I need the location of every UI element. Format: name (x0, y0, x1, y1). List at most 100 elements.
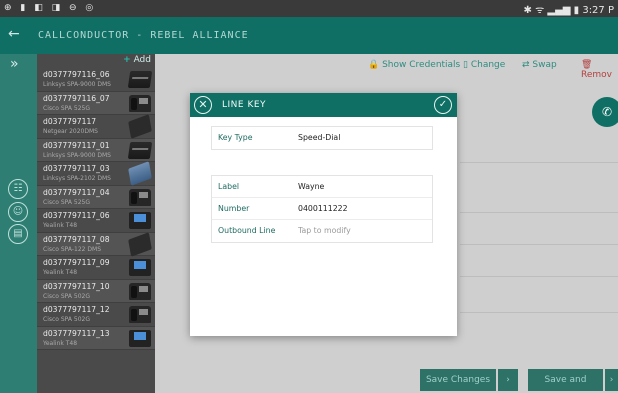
swap-icon: ⇄ (522, 60, 530, 70)
device-name: d0377797117 (43, 117, 97, 126)
save-changes-chevron[interactable]: › (498, 369, 518, 391)
device-model: Cisco SPA 502G (43, 316, 91, 323)
toolbar: 🔒 Show Credentials ▯ Change ⇄ Swap 🗑 Rem… (155, 54, 618, 80)
save-changes-button[interactable]: Save Changes (420, 369, 496, 391)
status-bar: ⊕ ▮ ◧ ◨ ⊖ ◎ ✱ ᯤ ▂▄▆ ▮ 3:27 P (0, 0, 618, 17)
device-name: d0377797117_09 (43, 258, 110, 267)
device-name: d0377797117_12 (43, 305, 110, 314)
device-list-item[interactable]: d0377797117_01 Linksys SPA-9000 DMS (37, 138, 155, 162)
system-status: ✱ ᯤ ▂▄▆ ▮ 3:27 P (523, 5, 614, 16)
app-bar: ← CALLCONDUCTOR - REBEL ALLIANCE (0, 17, 618, 54)
double-chevron-right-icon[interactable]: » (10, 56, 19, 72)
device-phone-icon (128, 231, 152, 257)
show-credentials-button[interactable]: 🔒 Show Credentials (368, 60, 460, 70)
device-phone-icon (129, 282, 151, 300)
outbound-line-row[interactable]: Outbound Line Tap to modify (212, 220, 432, 242)
plus-icon: + (123, 55, 131, 65)
divider (460, 162, 618, 163)
device-name: d0377797116_07 (43, 93, 110, 103)
device-name: d0377797117_04 (43, 187, 110, 197)
device-phone-icon (128, 161, 152, 186)
key-type-row[interactable]: Key Type Speed-Dial (212, 127, 432, 149)
save-and-restart-button[interactable]: Save and Restart (528, 369, 603, 391)
device-list-item[interactable]: d0377797117_03 Linksys SPA-2102 DMS (37, 161, 155, 186)
swap-button[interactable]: ⇄ Swap (522, 60, 557, 70)
device-phone-icon (127, 141, 153, 159)
device-name: d0377797116_06 (43, 70, 110, 79)
number-label: Number (218, 204, 250, 213)
device-model: Netgear 2020DMS (43, 128, 98, 135)
label-field[interactable]: Wayne (298, 182, 324, 191)
device-phone-icon (129, 329, 151, 347)
device-model: Yealink T48 (43, 269, 78, 276)
device-model: Cisco SPA 525G (43, 104, 91, 112)
device-model: Yealink T48 (43, 339, 78, 347)
device-list-item[interactable]: d0377797117_09 Yealink T48 (37, 256, 155, 280)
device-phone-icon (129, 306, 151, 323)
number-field[interactable]: 0400111222 (298, 204, 348, 213)
line-key-dialog: ✕ LINE KEY ✓ Key Type Speed-Dial Label W… (190, 93, 457, 336)
device-phone-icon (129, 212, 151, 229)
key-type-label: Key Type (218, 133, 253, 142)
dialog-header: ✕ LINE KEY ✓ (190, 93, 457, 117)
device-list-item[interactable]: d0377797116_07 Cisco SPA 525G (37, 91, 155, 115)
save-restart-chevron[interactable]: › (605, 369, 618, 391)
device-name: d0377797117_10 (43, 281, 110, 291)
remove-button[interactable]: 🗑 Remov (581, 60, 618, 80)
lock-icon: 🔒 (368, 60, 380, 70)
device-model: Cisco SPA 525G (43, 198, 91, 206)
close-icon[interactable]: ✕ (194, 96, 212, 114)
device-name: d0377797117_01 (43, 140, 110, 150)
user-icon[interactable]: ☺ (8, 202, 28, 222)
device-list-item[interactable]: d0377797117_13 Yealink T48 (37, 326, 155, 350)
device-phone-icon (127, 71, 153, 88)
device-model: Linksys SPA-9000 DMS (43, 151, 111, 159)
chevron-right-icon: › (609, 375, 614, 385)
label-row[interactable]: Label Wayne (212, 176, 432, 198)
device-list-item[interactable]: d0377797117_06 Yealink T48 (37, 209, 155, 233)
device-list-item[interactable]: d0377797117_04 Cisco SPA 525G (37, 185, 155, 209)
device-list-item[interactable]: d0377797117 Netgear 2020DMS (37, 114, 155, 139)
device-list-item[interactable]: d0377797117_08 Cisco SPA-122 DMS (37, 231, 155, 257)
phone-icon[interactable]: ▤ (8, 224, 28, 244)
device-model: Linksys SPA-9000 DMS (43, 81, 111, 88)
key-type-group: Key Type Speed-Dial (212, 127, 432, 149)
device-phone-icon (129, 259, 151, 276)
app-title: CALLCONDUCTOR - REBEL ALLIANCE (38, 30, 249, 41)
confirm-check-icon[interactable]: ✓ (434, 96, 452, 114)
divider (460, 312, 618, 313)
device-phone-icon (129, 188, 151, 206)
device-name: d0377797117_03 (43, 164, 110, 173)
delete-icon: 🗑 (581, 60, 593, 70)
device-list-item[interactable]: d0377797117_10 Cisco SPA 502G (37, 279, 155, 303)
add-device-button[interactable]: + Add (123, 55, 151, 65)
outbound-line-field[interactable]: Tap to modify (298, 226, 351, 235)
number-row[interactable]: Number 0400111222 (212, 198, 432, 220)
phone-call-icon: ✆ (601, 105, 613, 119)
device-model: Cisco SPA-122 DMS (43, 245, 102, 253)
device-phone-icon (128, 114, 152, 139)
notification-icons: ⊕ ▮ ◧ ◨ ⊖ ◎ (4, 3, 97, 13)
device-list-item[interactable]: d0377797116_06 Linksys SPA-9000 DMS (37, 68, 155, 92)
arrow-left-icon[interactable]: ← (8, 26, 20, 42)
device-model: Cisco SPA 502G (43, 292, 91, 300)
device-list: + Add d0377797116_06 Linksys SPA-9000 DMS… (37, 54, 155, 393)
chevron-right-icon: › (506, 375, 510, 385)
divider (460, 276, 618, 277)
device-name: d0377797117_06 (43, 211, 110, 220)
device-model: Yealink T48 (43, 222, 78, 229)
call-fab[interactable]: ✆ (592, 97, 618, 127)
device-list-item[interactable]: d0377797117_12 Cisco SPA 502G (37, 303, 155, 327)
label-label: Label (218, 182, 240, 191)
trash-icon: ▯ (463, 60, 468, 70)
outbound-line-label: Outbound Line (218, 226, 276, 235)
divider (460, 244, 618, 245)
line-details-group: Label Wayne Number 0400111222 Outbound L… (212, 176, 432, 242)
divider (460, 212, 618, 213)
device-name: d0377797117_08 (43, 234, 110, 244)
contacts-icon[interactable]: ☷ (8, 179, 28, 199)
device-name: d0377797117_13 (43, 328, 110, 338)
change-button[interactable]: ▯ Change (463, 60, 505, 70)
dialog-title: LINE KEY (222, 100, 267, 110)
key-type-value[interactable]: Speed-Dial (298, 133, 340, 142)
